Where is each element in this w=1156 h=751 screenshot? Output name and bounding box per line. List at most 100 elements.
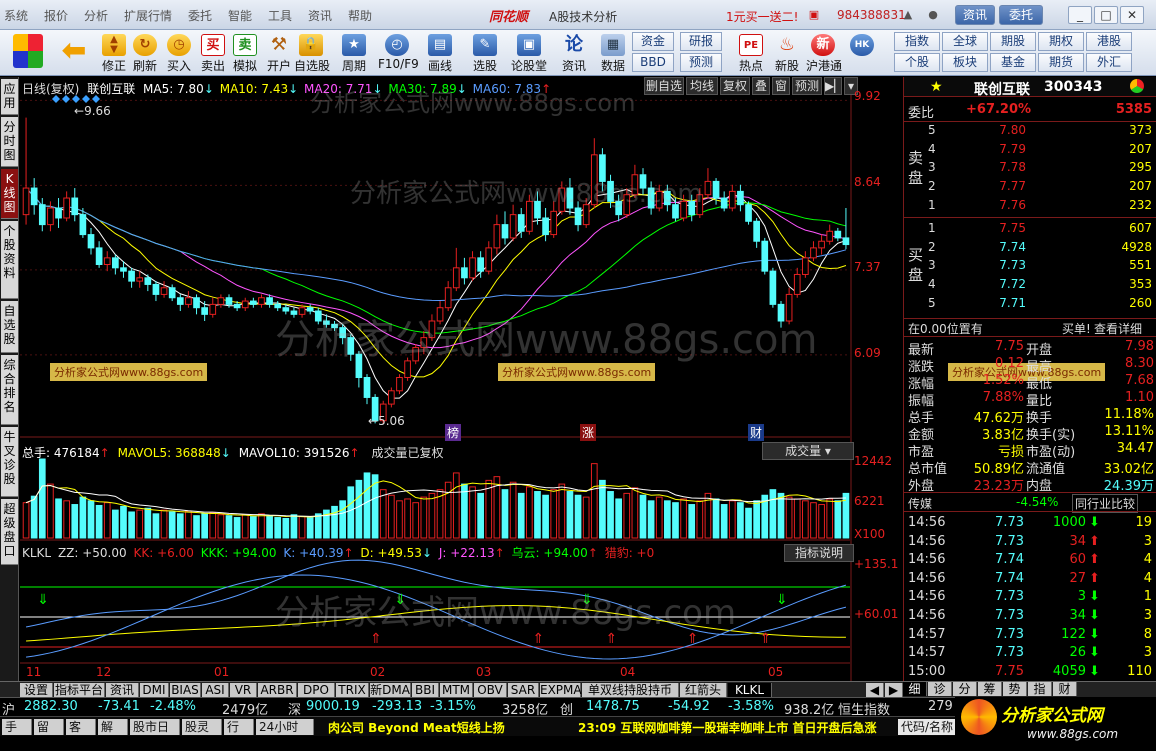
ma-tab[interactable]: 均线 xyxy=(686,77,718,95)
limit-up-marker[interactable]: 涨 xyxy=(580,424,597,441)
revise-button[interactable]: ▲ ▼ 修正 xyxy=(96,32,132,74)
indicator-tab[interactable]: DMI xyxy=(140,683,169,697)
fund-button[interactable]: 基金 xyxy=(990,53,1036,72)
indicator-tab[interactable]: ARBR xyxy=(258,683,297,697)
index-button[interactable]: 指数 xyxy=(894,32,940,51)
close-icon[interactable]: ✕ xyxy=(1120,6,1144,24)
sell-price[interactable]: 7.80 xyxy=(964,123,1026,137)
indicator-tab[interactable]: 红箭头 xyxy=(680,683,727,697)
research-button[interactable]: 研报 xyxy=(680,32,722,51)
tab-kline[interactable]: K线图 xyxy=(1,169,18,219)
capital-button[interactable]: 资金 xyxy=(632,32,674,51)
indicator-tab[interactable]: EXPMA xyxy=(540,683,582,697)
sell-price[interactable]: 7.76 xyxy=(964,198,1026,212)
tab-diagnosis[interactable]: 牛叉诊股 xyxy=(1,427,18,497)
forecast-button[interactable]: 预测 xyxy=(680,53,722,72)
tab-ranking[interactable]: 综合排名 xyxy=(1,355,18,425)
quick-button[interactable]: 24小时滚动 xyxy=(256,719,314,750)
quote-tab[interactable]: 势 xyxy=(1003,682,1027,696)
options-button[interactable]: 期权 xyxy=(1038,32,1084,51)
quote-tab[interactable]: 指 xyxy=(1028,682,1052,696)
quick-button[interactable]: 股灵通 xyxy=(182,719,222,750)
gift-icon[interactable]: ▣ xyxy=(806,8,822,22)
period-button[interactable]: ◴ F10/F9 xyxy=(378,32,419,74)
simulate-button[interactable]: ⚒ 开户 xyxy=(262,32,296,74)
scroll-left-icon[interactable]: ◀ xyxy=(866,683,884,697)
buy-order-link[interactable]: 买单! xyxy=(1062,320,1091,337)
back-button[interactable]: ⬅ xyxy=(56,32,92,74)
quick-button[interactable]: 手机 xyxy=(2,719,32,750)
global-button[interactable]: 全球 xyxy=(942,32,988,51)
indicator-tab[interactable]: 设置 xyxy=(20,683,53,697)
code-search-input[interactable]: 代码/名称 xyxy=(898,719,958,735)
indicator-tab[interactable]: KLKL xyxy=(728,683,772,697)
bell-icon[interactable]: ▲ xyxy=(900,8,916,22)
watchlist-button[interactable]: ★ 周期 xyxy=(334,32,374,74)
sell-price[interactable]: 7.77 xyxy=(964,179,1026,193)
view-detail-link[interactable]: 查看详细 xyxy=(1094,320,1142,337)
quote-tab[interactable]: 筹 xyxy=(978,682,1002,696)
volume-indicator-dropdown[interactable]: 成交量 ▾ xyxy=(762,442,854,460)
home-button[interactable] xyxy=(10,32,46,74)
tab-apps[interactable]: 应用 xyxy=(1,79,18,115)
tab-intraday[interactable]: 分时图 xyxy=(1,117,18,167)
data-button[interactable]: PE 热点 xyxy=(734,32,768,74)
menu-system[interactable]: 系统 xyxy=(4,7,28,24)
indicator-tab[interactable]: BIAS xyxy=(170,683,201,697)
quote-tab[interactable]: 财 xyxy=(1053,682,1077,696)
tab-watchlist[interactable]: 自选股 xyxy=(1,301,18,353)
watch-star-icon[interactable]: ★ xyxy=(930,79,943,95)
quote-tab[interactable]: 分 xyxy=(953,682,977,696)
kline-chart-area[interactable]: ⇓ ⇓ ⇓ ⇓ ⇑ ⇑ ⇑ ⇑ ⇑ 日线(复权) 联创互联 MA5: 7.80↓ MA10: 7… xyxy=(20,77,900,681)
buy-price[interactable]: 7.74 xyxy=(964,240,1026,254)
open-account-button[interactable]: 🔒 自选股 xyxy=(294,32,330,74)
news-item-1[interactable]: 肉公司 Beyond Meat短线上扬 xyxy=(328,719,505,736)
overlay-tab[interactable]: 叠 xyxy=(752,77,770,95)
expand-icon[interactable]: ▶▏ xyxy=(824,77,843,95)
indicator-tab[interactable]: MTM xyxy=(440,683,473,697)
menu-trade[interactable]: 委托 xyxy=(188,7,212,24)
futures-button[interactable]: 期货 xyxy=(1038,53,1084,72)
f10-button[interactable]: ▤ 画线 xyxy=(418,32,462,74)
hk-stocks-button[interactable]: 港股 xyxy=(1086,32,1132,51)
indicator-tab[interactable]: 资讯 xyxy=(106,683,139,697)
menu-info[interactable]: 资讯 xyxy=(308,7,332,24)
forecast-tab[interactable]: 预测 xyxy=(792,77,822,95)
indicator-tab[interactable]: 新DMA xyxy=(370,683,411,697)
sector-button[interactable]: 板块 xyxy=(942,53,988,72)
indicator-tab[interactable]: VR xyxy=(230,683,257,697)
tab-super-book[interactable]: 超级盘口 xyxy=(1,499,18,565)
hk-connect-button[interactable]: HK xyxy=(842,32,882,74)
quote-tab[interactable]: 细 xyxy=(903,682,927,696)
adjust-tab[interactable]: 复权 xyxy=(720,77,750,95)
indicator-tab[interactable]: 单双线持股持币 xyxy=(582,683,679,697)
ipo-button[interactable]: 新 沪港通 xyxy=(806,32,842,74)
quick-button[interactable]: 行情 xyxy=(224,719,254,750)
indicator-tab[interactable]: SAR xyxy=(508,683,539,697)
scroll-right-icon[interactable]: ▶ xyxy=(885,683,903,697)
indicator-tab[interactable]: TRIX xyxy=(336,683,369,697)
info-button[interactable]: 资讯 xyxy=(955,5,995,25)
hotspot-button[interactable]: ♨ 新股 xyxy=(770,32,804,74)
finance-marker[interactable]: 财 xyxy=(748,424,765,441)
stock-index-futures-button[interactable]: 期股 xyxy=(990,32,1036,51)
user-icon[interactable]: ● xyxy=(925,8,941,22)
quick-button[interactable]: 客服 xyxy=(66,719,96,750)
maximize-icon[interactable]: □ xyxy=(1094,6,1118,24)
stock-button[interactable]: 个股 xyxy=(894,53,940,72)
indicator-help-button[interactable]: 指标说明 xyxy=(784,544,854,562)
industry-name[interactable]: 传媒 xyxy=(908,495,932,512)
refresh-button[interactable]: ↻ 刷新 xyxy=(128,32,162,74)
indicator-tab[interactable]: DPO xyxy=(298,683,335,697)
forum-button[interactable]: 论 资讯 xyxy=(554,32,594,74)
sell-price[interactable]: 7.79 xyxy=(964,142,1026,156)
remove-watchlist-tab[interactable]: 删自选 xyxy=(644,77,684,95)
sell-button[interactable]: 卖 模拟 xyxy=(228,32,262,74)
indicator-tab[interactable]: ASI xyxy=(202,683,229,697)
buy-button[interactable]: 买 卖出 xyxy=(196,32,230,74)
promo-link[interactable]: 1元买一送二! xyxy=(726,8,798,25)
buy-price[interactable]: 7.71 xyxy=(964,296,1026,310)
quick-button[interactable]: 解盘 xyxy=(98,719,128,750)
menu-analysis[interactable]: 分析 xyxy=(84,7,108,24)
bbd-button[interactable]: BBD xyxy=(632,53,674,72)
